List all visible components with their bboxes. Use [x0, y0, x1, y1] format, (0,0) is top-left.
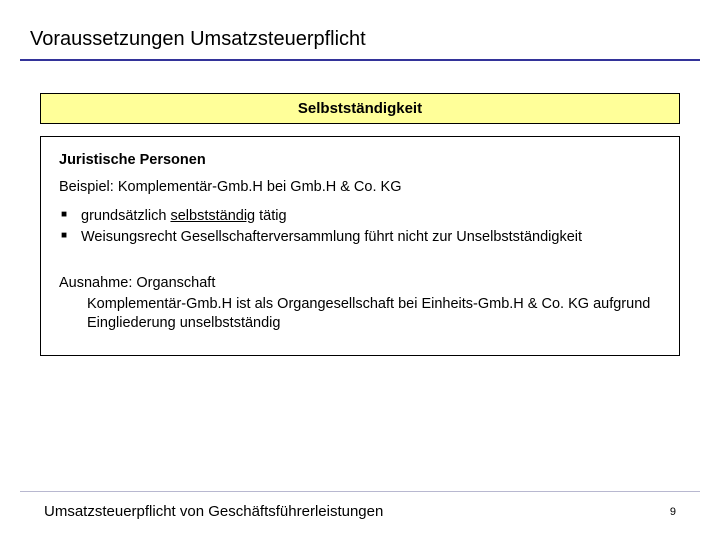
footer: Umsatzsteuerpflicht von Geschäftsführerl…: [0, 503, 720, 520]
title-divider: [20, 59, 700, 61]
highlight-box: Selbstständigkeit: [40, 93, 680, 124]
exception-text: Komplementär-Gmb.H ist als Organgesellsc…: [59, 295, 661, 333]
content-box: Juristische Personen Beispiel: Komplemen…: [40, 136, 680, 356]
bullet-underlined: selbstständig: [170, 208, 255, 224]
content-example: Beispiel: Komplementär-Gmb.H bei Gmb.H &…: [59, 178, 661, 197]
slide-title: Voraussetzungen Umsatzsteuerpflicht: [0, 0, 720, 59]
list-item: grundsätzlich selbstständig tätig: [59, 207, 661, 226]
bullet-text: tätig: [255, 208, 286, 224]
bullet-list: grundsätzlich selbstständig tätig Weisun…: [59, 207, 661, 247]
footer-text: Umsatzsteuerpflicht von Geschäftsführerl…: [44, 503, 383, 520]
bullet-text: grundsätzlich: [81, 208, 170, 224]
page-number: 9: [670, 506, 676, 518]
list-item: Weisungsrecht Gesellschafterversammlung …: [59, 228, 661, 247]
exception-label: Ausnahme: Organschaft: [59, 274, 661, 293]
footer-divider: [20, 491, 700, 492]
content-subheading: Juristische Personen: [59, 151, 661, 170]
